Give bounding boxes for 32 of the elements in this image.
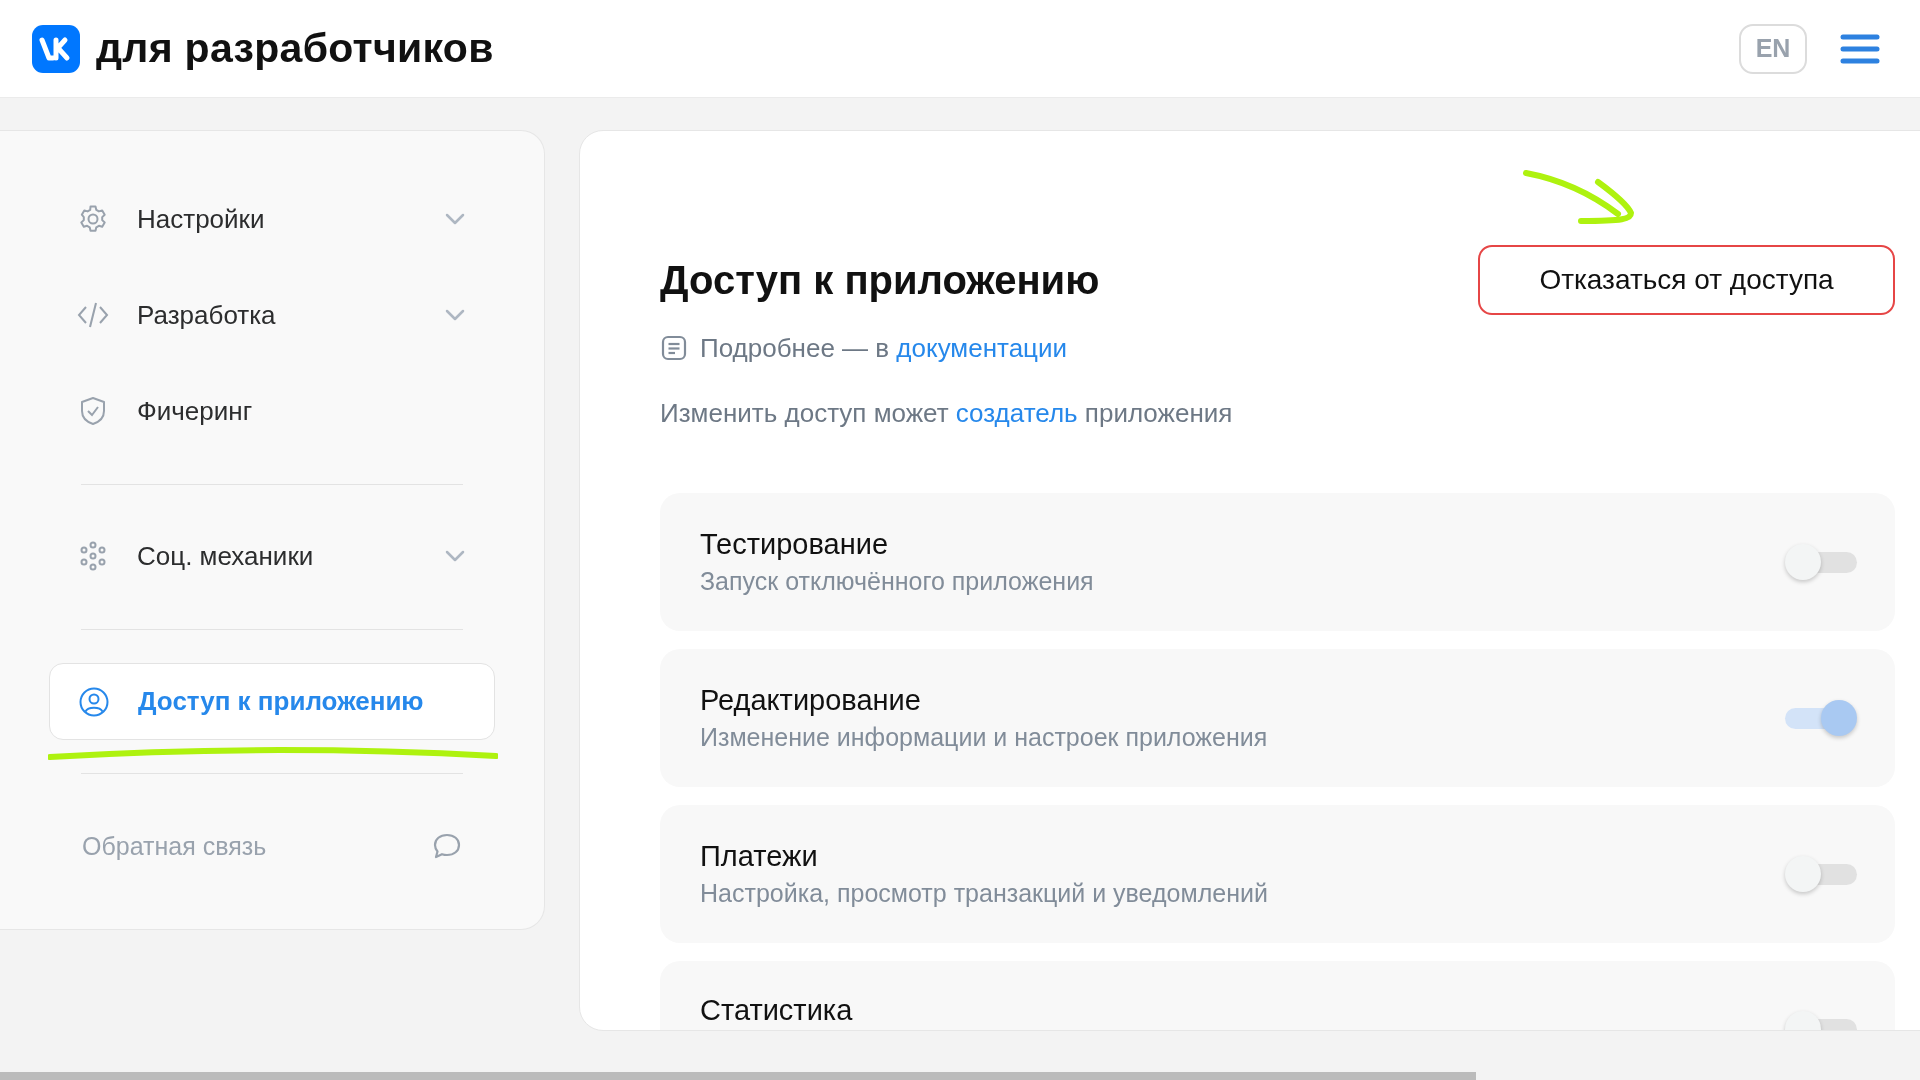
sidebar-item[interactable]: Соц. механики [49, 508, 495, 604]
chevron-down-icon[interactable] [444, 212, 466, 226]
horizontal-scrollbar[interactable] [0, 1072, 1476, 1080]
permission-description: Изменение информации и настроек приложения [700, 723, 1269, 752]
toggle-switch[interactable] [1785, 698, 1857, 738]
document-icon [660, 334, 688, 362]
sidebar-item[interactable]: Доступ к приложению [49, 663, 495, 740]
user-circle-icon [78, 685, 110, 718]
creator-link[interactable]: создатель [955, 398, 1078, 428]
permission-note: Изменить доступ может создатель приложения [660, 397, 1234, 430]
chevron-down-icon[interactable] [444, 308, 466, 322]
permission-title: Статистика [700, 994, 854, 1027]
chevron-down-icon[interactable] [444, 549, 466, 563]
toggle-switch[interactable] [1785, 542, 1857, 582]
permission-title: Редактирование [700, 684, 922, 717]
menu-icon[interactable] [1840, 33, 1880, 64]
permission-title: Тестирование [700, 528, 889, 561]
chat-bubble-icon [432, 832, 462, 860]
toggle-switch[interactable] [1785, 854, 1857, 894]
sidebar-item[interactable]: Настройки [49, 171, 495, 267]
permission-title: Платежи [700, 840, 819, 873]
page-title: Доступ к приложению [660, 257, 1101, 303]
documentation-link[interactable]: документации [896, 332, 1068, 363]
permission-description: Запуск отключённого приложения [700, 567, 1095, 596]
sidebar-item[interactable]: Разработка [49, 267, 495, 363]
permission-description: Настройка, просмотр транзакций и уведомлений [700, 879, 1269, 908]
sidebar-item[interactable]: Фичеринг [49, 363, 495, 459]
logo-icon[interactable] [32, 24, 80, 73]
docs-note: Подробнее — в документации [700, 332, 1068, 364]
revoke-access-button[interactable]: Отказаться от доступа [1478, 245, 1895, 315]
gear-icon [77, 203, 109, 235]
site-title: для разработчиков [96, 25, 494, 72]
